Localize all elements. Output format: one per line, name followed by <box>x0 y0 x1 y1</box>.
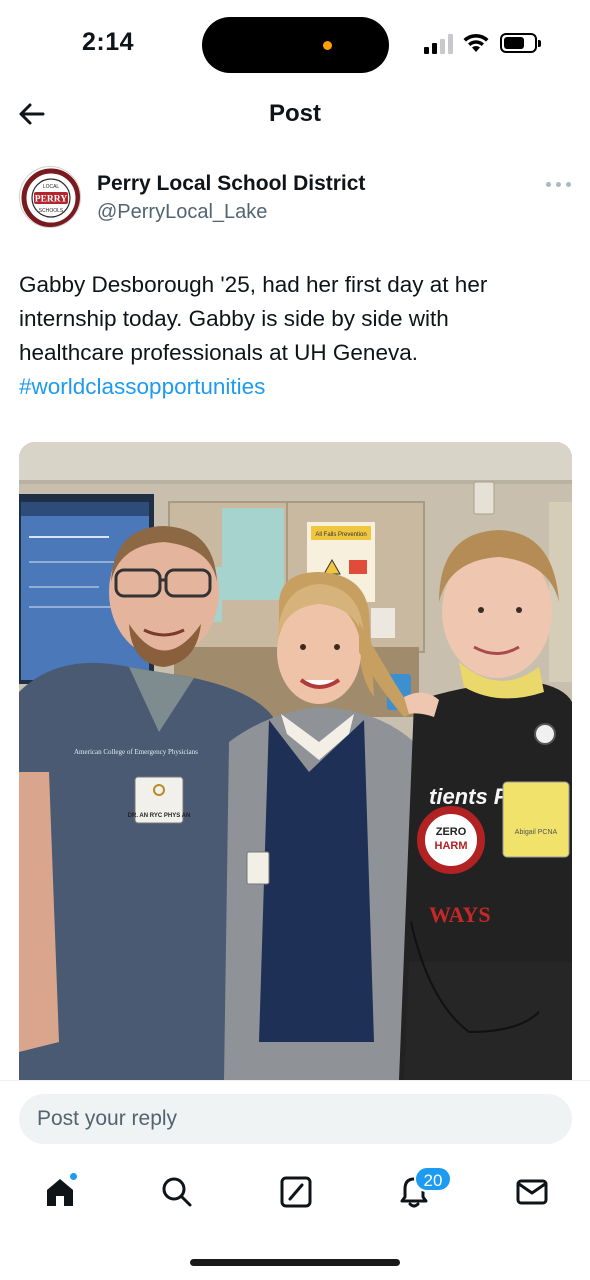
name-tag-text: DR. AN RYC PHYS AN <box>128 813 191 819</box>
svg-text:SCHOOLS: SCHOOLS <box>39 208 64 214</box>
home-indicator <box>190 1259 400 1266</box>
recording-dot <box>323 41 332 50</box>
tweet-line: healthcare professionals at UH Geneva. <box>19 340 418 365</box>
search-icon[interactable] <box>157 1172 197 1212</box>
compose-icon[interactable] <box>276 1172 316 1212</box>
page-title: Post <box>268 100 321 127</box>
scrub-text: American College of Emergency Physicians <box>74 748 198 756</box>
hashtag-link[interactable]: #worldclassopportunities <box>19 370 574 404</box>
badge-line2: HARM <box>435 840 468 852</box>
battery-icon <box>500 33 541 53</box>
reply-bar <box>0 1080 590 1156</box>
shirt-text: tients F <box>429 784 508 809</box>
badge-line1: ZERO <box>436 826 467 838</box>
author-name[interactable]: Perry Local School District <box>97 172 365 196</box>
district-logo-icon: PERRY LOCAL SCHOOLS <box>21 168 80 227</box>
tweet-photo[interactable]: All Falls Prevention DR. AN RYC PHYS AN … <box>19 442 572 1080</box>
dynamic-island <box>202 17 389 73</box>
bottom-nav <box>0 1156 590 1240</box>
author-handle[interactable]: @PerryLocal_Lake <box>97 201 267 224</box>
shirt-bottom-text: WAYS <box>429 902 491 927</box>
wifi-icon <box>463 33 489 52</box>
post-header: Post <box>0 92 590 138</box>
tweet-line: Gabby Desborough '25, had her first day … <box>19 272 488 297</box>
notification-badge: 20 <box>414 1166 452 1192</box>
messages-icon[interactable] <box>512 1172 552 1212</box>
home-new-dot <box>69 1172 78 1181</box>
more-options-icon[interactable] <box>544 172 574 194</box>
author-avatar[interactable]: PERRY LOCAL SCHOOLS <box>19 166 81 228</box>
avatar-text: PERRY <box>35 195 68 205</box>
status-bar: 2:14 <box>0 0 590 92</box>
poster-title: All Falls Prevention <box>315 532 366 538</box>
id-card-text: Abigail PCNA <box>515 829 558 836</box>
svg-text:LOCAL: LOCAL <box>43 184 60 190</box>
home-icon[interactable] <box>40 1172 80 1212</box>
cellular-signal-icon <box>424 34 454 54</box>
reply-input[interactable] <box>19 1094 572 1144</box>
tweet-text: Gabby Desborough '25, had her first day … <box>19 268 574 404</box>
status-time: 2:14 <box>82 28 135 56</box>
tweet-line: internship today. Gabby is side by side … <box>19 306 449 331</box>
